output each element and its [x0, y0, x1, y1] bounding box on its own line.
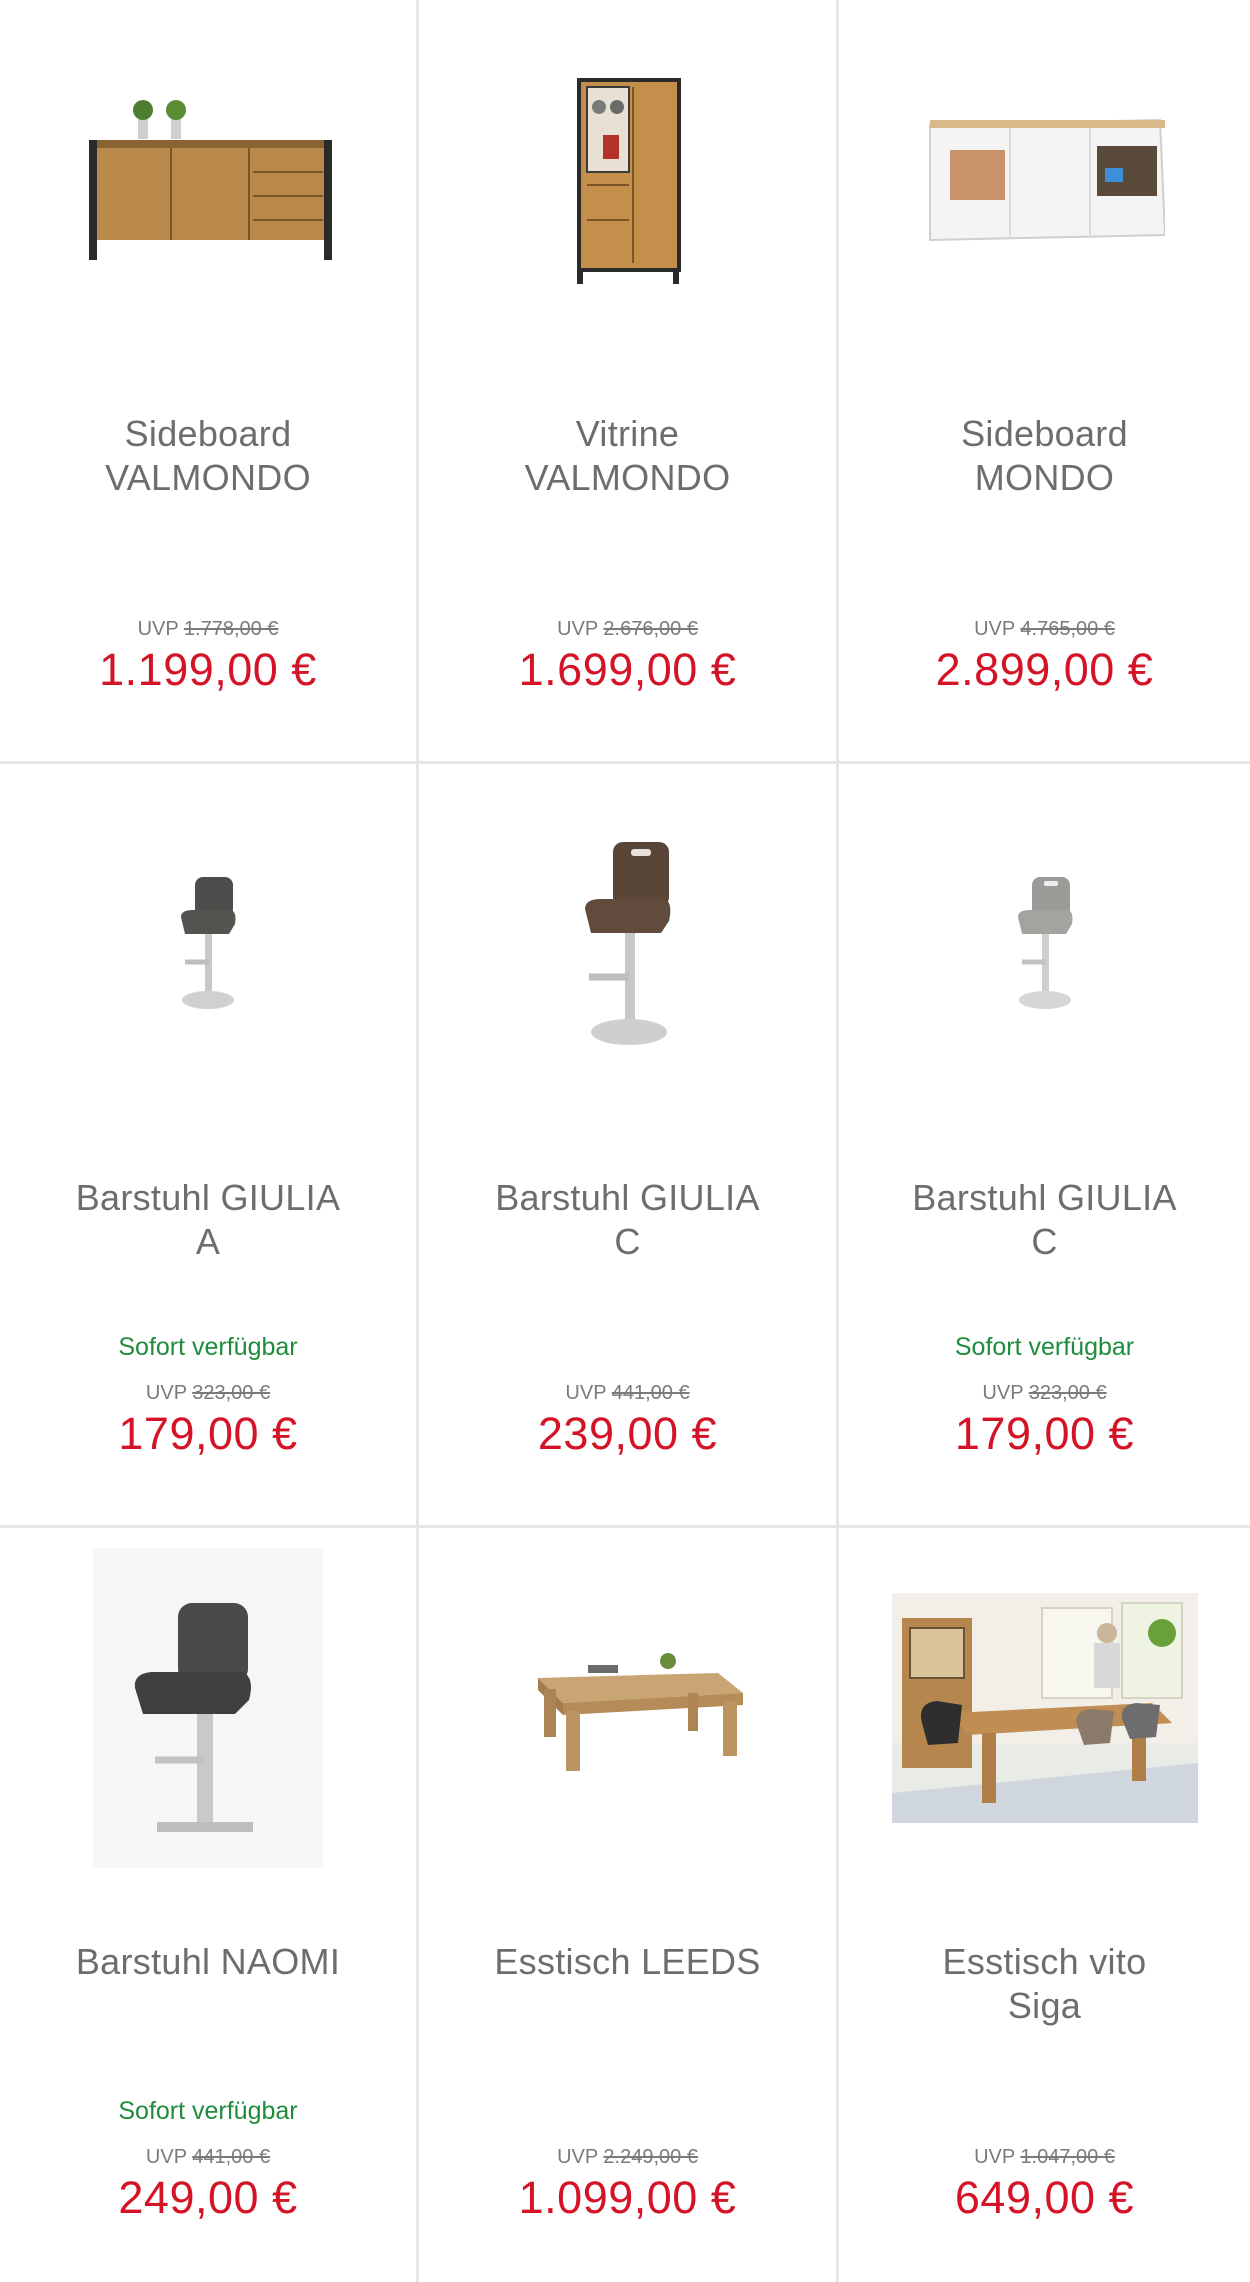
product-image[interactable]	[839, 0, 1250, 360]
product-card[interactable]: Barstuhl GIULIA A Sofort verfügbar UVP 3…	[0, 764, 419, 1528]
product-title[interactable]: Barstuhl NAOMI	[20, 1940, 396, 1984]
sale-price: 239,00 €	[537, 1408, 718, 1459]
sale-price: 179,00 €	[118, 1408, 298, 1459]
product-image[interactable]	[0, 1528, 416, 1888]
availability-label: Sofort verfügbar	[118, 1333, 298, 1361]
uvp-price: UVP 323,00 €	[145, 1382, 271, 1404]
product-card[interactable]: Esstisch LEEDS UVP 2.249,00 € 1.099,00 €	[419, 1528, 839, 2282]
product-card[interactable]: Barstuhl GIULIA C UVP 441,00 € 239,00 €	[419, 764, 839, 1528]
product-card[interactable]: Barstuhl NAOMI Sofort verfügbar UVP 441,…	[0, 1528, 419, 2282]
uvp-price: UVP 1.778,00 €	[137, 618, 279, 640]
product-card[interactable]: Vitrine VALMONDO UVP 2.676,00 € 1.699,00…	[419, 0, 839, 764]
product-image[interactable]	[0, 764, 416, 1124]
product-title[interactable]: Barstuhl GIULIA C	[859, 1176, 1230, 1264]
uvp-price: UVP 1.047,00 €	[974, 2146, 1115, 2168]
product-title[interactable]: Barstuhl GIULIA A	[20, 1176, 396, 1264]
product-image[interactable]	[839, 1528, 1250, 1888]
uvp-price: UVP 441,00 €	[145, 2146, 271, 2168]
product-image[interactable]	[839, 764, 1250, 1124]
product-image[interactable]	[419, 0, 836, 360]
product-title[interactable]: Esstisch LEEDS	[439, 1940, 816, 1984]
availability-label: Sofort verfügbar	[954, 1333, 1135, 1361]
sale-price: 249,00 €	[118, 2172, 298, 2223]
product-image[interactable]	[419, 1528, 836, 1888]
product-card[interactable]: Sideboard VALMONDO UVP 1.778,00 € 1.199,…	[0, 0, 419, 764]
sale-price: 649,00 €	[954, 2172, 1135, 2223]
product-title[interactable]: Esstisch vito Siga	[859, 1940, 1230, 2028]
product-card[interactable]: Esstisch vito Siga UVP 1.047,00 € 649,00…	[839, 1528, 1250, 2282]
sale-price: 179,00 €	[954, 1408, 1135, 1459]
product-title[interactable]: Sideboard MONDO	[859, 412, 1230, 500]
product-card[interactable]: Sideboard MONDO UVP 4.765,00 € 2.899,00 …	[839, 0, 1250, 764]
product-title[interactable]: Sideboard VALMONDO	[20, 412, 396, 500]
uvp-price: UVP 441,00 €	[565, 1382, 690, 1404]
product-title[interactable]: Vitrine VALMONDO	[439, 412, 816, 500]
product-title[interactable]: Barstuhl GIULIA C	[439, 1176, 816, 1264]
uvp-price: UVP 323,00 €	[982, 1382, 1107, 1404]
uvp-price: UVP 2.676,00 €	[557, 618, 698, 640]
sale-price: 2.899,00 €	[935, 644, 1154, 695]
uvp-price: UVP 4.765,00 €	[974, 618, 1115, 640]
product-card[interactable]: Barstuhl GIULIA C Sofort verfügbar UVP 3…	[839, 764, 1250, 1528]
uvp-price: UVP 2.249,00 €	[557, 2146, 698, 2168]
sale-price: 1.199,00 €	[99, 644, 317, 695]
availability-label: Sofort verfügbar	[118, 2097, 298, 2125]
sale-price: 1.099,00 €	[518, 2172, 737, 2223]
product-image[interactable]	[0, 0, 416, 360]
sale-price: 1.699,00 €	[518, 644, 737, 695]
product-grid: Sideboard VALMONDO UVP 1.778,00 € 1.199,…	[0, 0, 1250, 2282]
product-image[interactable]	[419, 764, 836, 1124]
